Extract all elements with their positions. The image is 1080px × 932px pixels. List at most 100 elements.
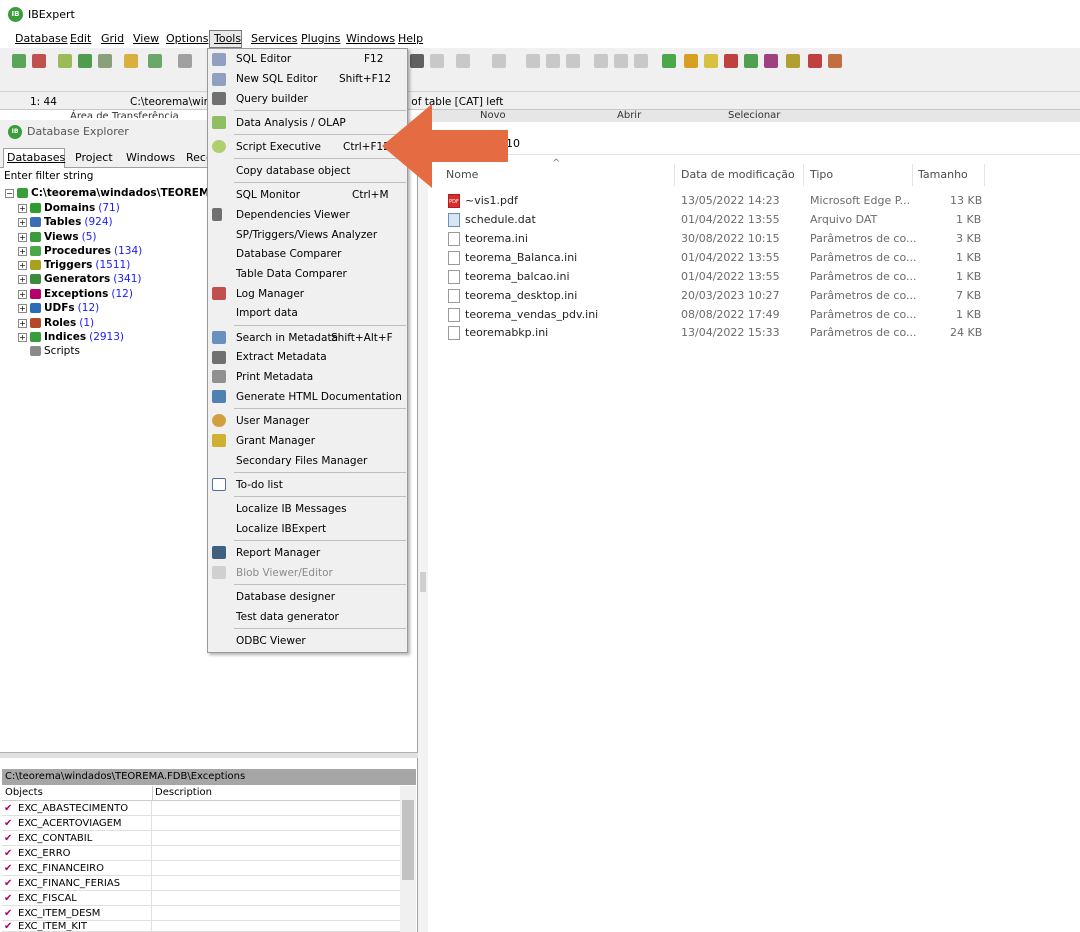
- tree-item-tables[interactable]: + Tables (924): [18, 215, 113, 229]
- toolbar-unregister-db-icon[interactable]: [32, 54, 46, 68]
- menu-item-data-analysis[interactable]: Data Analysis / OLAP: [236, 117, 346, 129]
- menu-edit[interactable]: Edit: [70, 32, 91, 45]
- toolbar-cut-icon[interactable]: [526, 54, 540, 68]
- menu-windows[interactable]: Windows: [346, 32, 395, 45]
- menu-item-generate-html-documentation[interactable]: Generate HTML Documentation: [236, 391, 402, 403]
- toolbar-doc-icon[interactable]: [178, 54, 192, 68]
- expand-icon[interactable]: +: [18, 232, 27, 242]
- menu-item-new-sql-editor[interactable]: New SQL Editor: [236, 73, 317, 85]
- toolbar-grid-icon[interactable]: [410, 54, 424, 68]
- toolbar-find-icon[interactable]: [594, 54, 608, 68]
- toolbar-exception-icon[interactable]: [786, 54, 800, 68]
- expand-icon[interactable]: +: [18, 289, 27, 299]
- menu-item-localize-ibexpert[interactable]: Localize IBExpert: [236, 523, 326, 535]
- toolbar-save-icon[interactable]: [492, 54, 506, 68]
- menu-item-print-metadata[interactable]: Print Metadata: [236, 371, 313, 383]
- menu-item-sql-monitor[interactable]: SQL Monitor: [236, 189, 300, 201]
- menu-item-database-designer[interactable]: Database designer: [236, 591, 335, 603]
- toolbar-disconnect-icon[interactable]: [98, 54, 112, 68]
- file-row[interactable]: teorema_desktop.ini 20/03/2023 10:27 Parâm…: [446, 287, 986, 306]
- menu-help[interactable]: Help: [398, 32, 423, 45]
- table-row[interactable]: ✔ EXC_ABASTECIMENTO: [2, 800, 400, 816]
- toolbar-find-next-icon[interactable]: [614, 54, 628, 68]
- menu-item-user-manager[interactable]: User Manager: [236, 415, 309, 427]
- table-row[interactable]: ✔ EXC_FINANCEIRO: [2, 860, 400, 876]
- table-row[interactable]: ✔ EXC_CONTABIL: [2, 830, 400, 846]
- toolbar-register-db-icon[interactable]: [12, 54, 26, 68]
- expand-icon[interactable]: +: [18, 260, 27, 270]
- toolbar-reconnect-icon[interactable]: [78, 54, 92, 68]
- expand-icon[interactable]: +: [18, 217, 27, 227]
- objects-scrollbar[interactable]: [400, 786, 416, 932]
- menu-item-table-data-comparer[interactable]: Table Data Comparer: [236, 268, 347, 280]
- col-objects[interactable]: Objects: [5, 787, 43, 798]
- toolbar-connect-icon[interactable]: [58, 54, 72, 68]
- menu-item-copy-database-object[interactable]: Copy database object: [236, 165, 350, 177]
- address-bar[interactable]: 10: [428, 133, 1080, 155]
- table-row[interactable]: ✔ EXC_ERRO: [2, 845, 400, 861]
- expand-icon[interactable]: +: [18, 203, 27, 213]
- menu-item-import-data[interactable]: Import data: [236, 307, 298, 319]
- file-row[interactable]: PDF ~vis1.pdf 13/05/2022 14:23 Microsoft Ed…: [446, 192, 986, 211]
- menu-item-query-builder[interactable]: Query builder: [236, 93, 308, 105]
- menu-tools[interactable]: Tools: [214, 32, 241, 45]
- menu-item-secondary-files-manager[interactable]: Secondary Files Manager: [236, 455, 367, 467]
- menu-options[interactable]: Options: [166, 32, 208, 45]
- menu-item-test-data-generator[interactable]: Test data generator: [236, 611, 339, 623]
- scrollbar-thumb[interactable]: [402, 800, 414, 880]
- menu-item-todo-list[interactable]: To-do list: [236, 479, 283, 491]
- tab-windows[interactable]: Windows: [126, 151, 175, 164]
- menu-item-grant-manager[interactable]: Grant Manager: [236, 435, 315, 447]
- file-row[interactable]: teorema_vendas_pdv.ini 08/08/2022 17:49 Pa…: [446, 306, 986, 325]
- menu-item-odbc-viewer[interactable]: ODBC Viewer: [236, 635, 306, 647]
- ribbon-abrir[interactable]: Abrir: [617, 110, 641, 121]
- toolbar-procedure-icon[interactable]: [724, 54, 738, 68]
- expand-icon[interactable]: +: [18, 246, 27, 256]
- menu-plugins[interactable]: Plugins: [301, 32, 340, 45]
- menu-grid[interactable]: Grid: [101, 32, 124, 45]
- toolbar-paste-icon[interactable]: [566, 54, 580, 68]
- tree-item-exceptions[interactable]: + Exceptions (12): [18, 287, 133, 301]
- menu-view[interactable]: View: [133, 32, 159, 45]
- vertical-splitter[interactable]: [418, 118, 428, 932]
- col-divider[interactable]: [803, 164, 804, 186]
- toolbar-table-icon[interactable]: [684, 54, 698, 68]
- table-row[interactable]: ✔ EXC_ITEM_KIT: [2, 921, 400, 932]
- table-row[interactable]: ✔ EXC_ITEM_DESM: [2, 905, 400, 921]
- menu-database[interactable]: Database: [15, 32, 68, 45]
- tree-item-generators[interactable]: + Generators (341): [18, 272, 142, 286]
- tree-item-triggers[interactable]: + Triggers (1511): [18, 258, 130, 272]
- toolbar-role-icon[interactable]: [828, 54, 842, 68]
- col-description[interactable]: Description: [155, 787, 212, 798]
- table-row[interactable]: ✔ EXC_FINANC_FERIAS: [2, 875, 400, 891]
- table-row[interactable]: ✔ EXC_FISCAL: [2, 890, 400, 906]
- col-divider[interactable]: [674, 164, 675, 186]
- toolbar-db-icon[interactable]: [124, 54, 138, 68]
- toolbar-trigger-icon[interactable]: [744, 54, 758, 68]
- expand-icon[interactable]: +: [18, 318, 27, 328]
- menu-item-report-manager[interactable]: Report Manager: [236, 547, 320, 559]
- toolbar-play-icon[interactable]: [430, 54, 444, 68]
- tree-item-procedures[interactable]: + Procedures (134): [18, 244, 142, 258]
- tab-project[interactable]: Project: [75, 151, 113, 164]
- toolbar-replace-icon[interactable]: [634, 54, 648, 68]
- toolbar-udf-icon[interactable]: [808, 54, 822, 68]
- menu-item-sql-editor[interactable]: SQL Editor: [236, 53, 291, 65]
- col-header-type[interactable]: Tipo: [810, 168, 833, 181]
- tree-root-database[interactable]: − C:\teorema\windados\TEOREMA.FD: [5, 186, 238, 200]
- toolbar-copy-icon[interactable]: [546, 54, 560, 68]
- tree-item-roles[interactable]: + Roles (1): [18, 316, 94, 330]
- menu-item-localize-ib-messages[interactable]: Localize IB Messages: [236, 503, 347, 515]
- ribbon-selecionar[interactable]: Selecionar: [728, 110, 780, 121]
- menu-item-log-manager[interactable]: Log Manager: [236, 288, 304, 300]
- menu-item-database-comparer[interactable]: Database Comparer: [236, 248, 341, 260]
- toolbar-edit-icon[interactable]: [456, 54, 470, 68]
- menu-item-dependencies-viewer[interactable]: Dependencies Viewer: [236, 209, 350, 221]
- table-row[interactable]: ✔ EXC_ACERTOVIAGEM: [2, 815, 400, 831]
- toolbar-view-icon[interactable]: [704, 54, 718, 68]
- tab-databases[interactable]: Databases: [7, 151, 65, 164]
- expand-icon[interactable]: +: [18, 303, 27, 313]
- menu-item-search-in-metadata[interactable]: Search in Metadata: [236, 332, 338, 344]
- expand-icon[interactable]: +: [18, 332, 27, 342]
- col-divider[interactable]: [912, 164, 913, 186]
